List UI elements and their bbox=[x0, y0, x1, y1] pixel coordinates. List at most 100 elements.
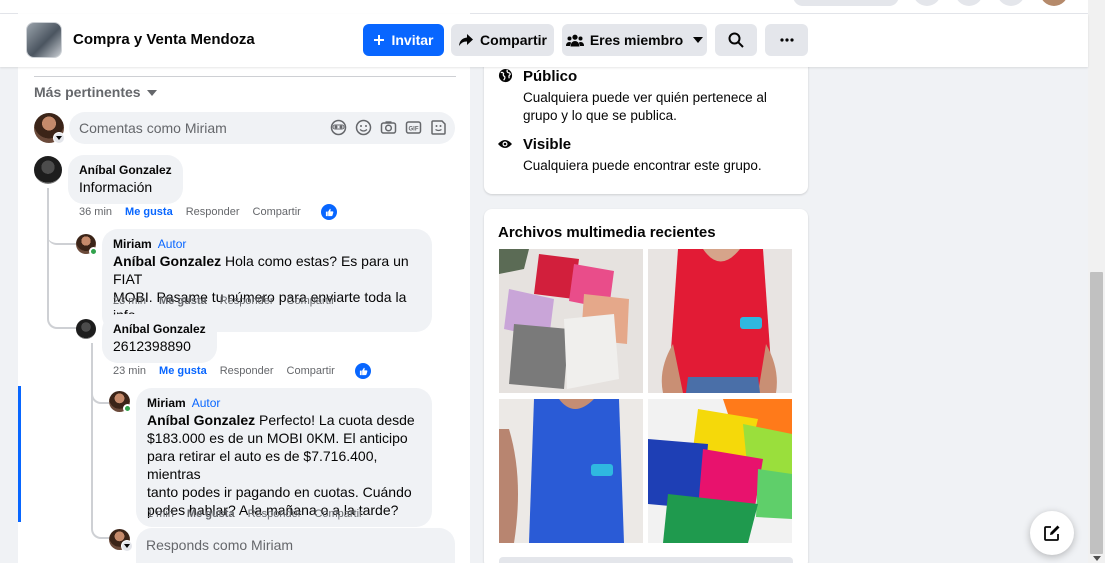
group-cover-thumbnail[interactable] bbox=[26, 22, 62, 58]
thread-connector bbox=[47, 213, 77, 245]
comment-author[interactable]: Aníbal Gonzalez bbox=[79, 162, 172, 178]
media-thumbnail[interactable] bbox=[648, 399, 792, 543]
comment-actions: 23 min Me gusta Responder Compartir bbox=[113, 295, 335, 307]
scrollbar-thumb[interactable] bbox=[1090, 272, 1103, 554]
more-options-button[interactable] bbox=[765, 24, 808, 56]
nav-button-remnant[interactable] bbox=[955, 0, 983, 6]
comment-actions: 36 min Me gusta Responder Compartir bbox=[79, 206, 301, 218]
comment-author[interactable]: Miriam Autor bbox=[147, 395, 421, 411]
chevron-down-icon[interactable] bbox=[53, 132, 65, 144]
media-more-remnant bbox=[499, 557, 793, 563]
new-message-button[interactable] bbox=[1030, 511, 1074, 555]
privacy-description: Cualquiera puede ver quién pertenece al … bbox=[523, 90, 767, 123]
comment-text: Información bbox=[79, 179, 153, 195]
share-button[interactable]: Compartir bbox=[287, 295, 335, 307]
like-reaction-icon[interactable] bbox=[355, 363, 371, 379]
thread-connector bbox=[91, 493, 109, 539]
like-button[interactable]: Me gusta bbox=[159, 295, 207, 307]
emoji-icon[interactable] bbox=[355, 119, 372, 136]
online-status-dot bbox=[89, 247, 98, 256]
nav-button-remnant[interactable] bbox=[913, 0, 941, 6]
caret-down-icon bbox=[146, 90, 157, 96]
reply-button[interactable]: Responder bbox=[248, 508, 302, 520]
comment-input-placeholder: Comentas como Miriam bbox=[79, 120, 227, 136]
sticker-icon[interactable] bbox=[430, 119, 447, 136]
reply-button[interactable]: Responder bbox=[220, 295, 274, 307]
comment-time[interactable]: 1 min bbox=[147, 508, 174, 520]
thread-line bbox=[91, 343, 93, 493]
like-button[interactable]: Me gusta bbox=[159, 365, 207, 377]
membership-button[interactable]: Eres miembro bbox=[562, 24, 707, 56]
thread-connector bbox=[91, 376, 109, 404]
chevron-down-icon[interactable] bbox=[121, 540, 133, 552]
composer-tools: GIF bbox=[330, 119, 447, 136]
recent-media-card: Archivos multimedia recientes bbox=[484, 209, 808, 563]
share-group-button[interactable]: Compartir bbox=[451, 24, 554, 56]
like-button[interactable]: Me gusta bbox=[187, 508, 235, 520]
share-button[interactable]: Compartir bbox=[287, 365, 335, 377]
group-header-bar: Compra y Venta Mendoza Invitar Compartir… bbox=[0, 14, 1088, 67]
commenter-avatar[interactable] bbox=[76, 319, 96, 339]
thread-connector bbox=[47, 293, 77, 329]
sort-label: Más pertinentes bbox=[34, 84, 141, 100]
recent-media-heading: Archivos multimedia recientes bbox=[498, 224, 716, 241]
author-badge: Autor bbox=[157, 237, 187, 251]
caret-down-icon bbox=[693, 37, 704, 43]
comment-time[interactable]: 23 min bbox=[113, 365, 146, 377]
commenter-avatar[interactable] bbox=[34, 156, 62, 184]
comment-sort-dropdown[interactable]: Más pertinentes bbox=[34, 84, 157, 100]
ellipsis-icon bbox=[779, 38, 794, 42]
svg-text:GIF: GIF bbox=[409, 127, 419, 133]
comment-bubble: Aníbal Gonzalez 2612398890 bbox=[102, 314, 217, 363]
media-thumbnail[interactable] bbox=[499, 399, 643, 543]
share-arrow-icon bbox=[459, 34, 474, 46]
globe-icon bbox=[498, 68, 513, 83]
share-button[interactable]: Compartir bbox=[314, 508, 362, 520]
reply-input-placeholder: Responds como Miriam bbox=[146, 537, 294, 553]
profile-avatar[interactable] bbox=[1040, 0, 1068, 6]
search-group-button[interactable] bbox=[715, 24, 757, 56]
divider bbox=[34, 76, 456, 77]
mention-link[interactable]: Aníbal Gonzalez bbox=[147, 412, 255, 428]
post-comments-panel: Más pertinentes Comentas como Miriam GIF… bbox=[18, 0, 470, 563]
members-icon bbox=[565, 34, 584, 46]
comment-text: 2612398890 bbox=[113, 338, 191, 354]
mention-link[interactable]: Aníbal Gonzalez bbox=[113, 253, 221, 269]
search-icon bbox=[728, 32, 744, 48]
plus-icon bbox=[374, 35, 385, 45]
comment-input[interactable]: Comentas como Miriam GIF bbox=[69, 112, 455, 144]
group-name[interactable]: Compra y Venta Mendoza bbox=[73, 31, 255, 48]
eye-icon bbox=[498, 140, 512, 148]
camera-icon[interactable] bbox=[380, 119, 397, 136]
online-status-dot bbox=[123, 404, 132, 413]
comment-time[interactable]: 23 min bbox=[113, 295, 146, 307]
author-badge: Autor bbox=[191, 396, 221, 410]
comment-actions: 1 min Me gusta Responder Compartir bbox=[147, 508, 363, 520]
media-thumbnail[interactable] bbox=[648, 249, 792, 393]
compose-icon bbox=[1044, 525, 1060, 541]
like-button[interactable]: Me gusta bbox=[125, 206, 173, 218]
avatar-sticker-icon[interactable] bbox=[330, 119, 347, 136]
visibility-description: Cualquiera puede encontrar este grupo. bbox=[523, 158, 762, 173]
like-reaction-icon[interactable] bbox=[321, 204, 337, 220]
scroll-down-arrow-icon[interactable] bbox=[1093, 556, 1101, 561]
invite-button[interactable]: Invitar bbox=[363, 24, 444, 56]
comment-text: Aníbal Gonzalez Perfecto! La cuota desde… bbox=[147, 412, 415, 518]
comment-author[interactable]: Aníbal Gonzalez bbox=[113, 321, 206, 337]
search-field-remnant[interactable] bbox=[793, 0, 899, 6]
visibility-title: Visible bbox=[523, 136, 572, 153]
reply-button[interactable]: Responder bbox=[220, 365, 274, 377]
media-thumbnail[interactable] bbox=[499, 249, 643, 393]
new-comment-indicator bbox=[18, 386, 21, 522]
gif-icon[interactable]: GIF bbox=[405, 119, 422, 136]
privacy-title: Público bbox=[523, 68, 578, 85]
comment-bubble: Miriam Autor Aníbal Gonzalez Perfecto! La… bbox=[136, 388, 432, 527]
comment-time[interactable]: 36 min bbox=[79, 206, 112, 218]
reply-button[interactable]: Responder bbox=[186, 206, 240, 218]
comment-author[interactable]: Miriam Autor bbox=[113, 236, 421, 252]
nav-button-remnant[interactable] bbox=[997, 0, 1025, 6]
comment-actions: 23 min Me gusta Responder Compartir bbox=[113, 365, 335, 377]
comment-bubble: Aníbal Gonzalez Información bbox=[68, 155, 183, 204]
share-button[interactable]: Compartir bbox=[253, 206, 301, 218]
reply-input[interactable]: Responds como Miriam bbox=[136, 528, 455, 563]
